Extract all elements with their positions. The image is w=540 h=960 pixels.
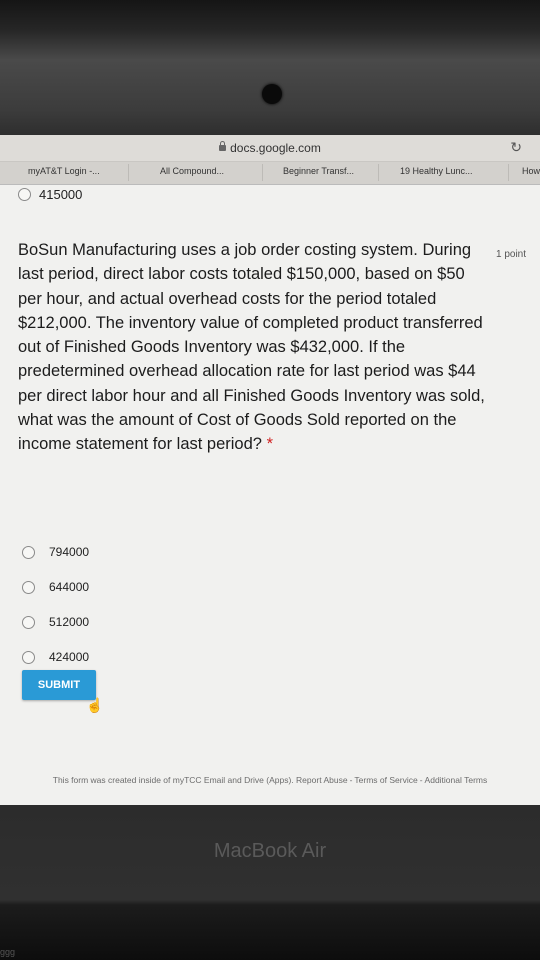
radio-button[interactable]	[22, 651, 35, 664]
form-page: 415000 BoSun Manufacturing uses a job or…	[0, 185, 540, 805]
option-label: 794000	[49, 545, 90, 559]
webcam-icon	[262, 84, 282, 104]
required-asterisk: *	[266, 435, 273, 454]
laptop-bezel-top	[0, 0, 540, 135]
laptop-bezel-bottom: MacBook Air ggg	[0, 805, 540, 960]
option-label: 644000	[49, 580, 90, 594]
radio-button[interactable]	[22, 546, 35, 559]
bookmark-separator	[508, 164, 509, 181]
url-display[interactable]: docs.google.com	[0, 141, 540, 155]
option-512000[interactable]: 512000	[22, 615, 89, 650]
bookmark-healthy-lunch[interactable]: 19 Healthy Lunc...	[400, 166, 473, 176]
bookmark-myatt-login[interactable]: myAT&T Login -...	[28, 166, 100, 176]
bookmark-separator	[128, 164, 129, 181]
radio-button[interactable]	[18, 188, 31, 201]
bookmark-separator	[262, 164, 263, 181]
option-label: 512000	[49, 615, 90, 629]
bookmark-how[interactable]: How	[522, 166, 540, 176]
footer-separator: -	[419, 775, 423, 785]
macbook-air-label: MacBook Air	[213, 840, 327, 862]
question-body: BoSun Manufacturing uses a job order cos…	[18, 241, 485, 454]
bookmarks-bar: myAT&T Login -... All Compound... Beginn…	[0, 162, 540, 185]
previous-option[interactable]: 415000	[18, 187, 82, 202]
radio-button[interactable]	[22, 616, 35, 629]
additional-terms-link[interactable]: Additional Terms	[425, 775, 488, 785]
option-label: 424000	[49, 650, 90, 664]
bookmark-all-compound[interactable]: All Compound...	[160, 166, 224, 176]
option-794000[interactable]: 794000	[22, 545, 89, 580]
laptop-screen: docs.google.com ↻ myAT&T Login -... All …	[0, 135, 540, 805]
lock-icon	[219, 141, 227, 151]
form-footer: This form was created inside of myTCC Em…	[0, 775, 540, 786]
radio-button[interactable]	[22, 581, 35, 594]
option-label: 415000	[39, 187, 83, 202]
footer-text: This form was created inside of myTCC Em…	[52, 775, 294, 785]
corner-label: ggg	[0, 947, 16, 957]
footer-separator: -	[349, 775, 353, 785]
points-label: 1 point	[496, 249, 527, 260]
reload-icon[interactable]: ↻	[510, 139, 522, 156]
option-644000[interactable]: 644000	[22, 580, 89, 615]
submit-button[interactable]: SUBMIT	[22, 670, 96, 700]
bookmark-separator	[378, 164, 379, 181]
address-bar[interactable]: docs.google.com ↻	[0, 135, 540, 162]
hand-cursor-icon: ☝	[86, 697, 104, 713]
answer-options: 794000 644000 512000 424000	[22, 545, 89, 685]
url-text: docs.google.com	[230, 141, 321, 155]
bookmark-beginner-transf[interactable]: Beginner Transf...	[283, 166, 354, 176]
terms-of-service-link[interactable]: Terms of Service	[354, 775, 417, 785]
report-abuse-link[interactable]: Report Abuse	[296, 775, 348, 785]
question-text: BoSun Manufacturing uses a job order cos…	[18, 238, 488, 457]
